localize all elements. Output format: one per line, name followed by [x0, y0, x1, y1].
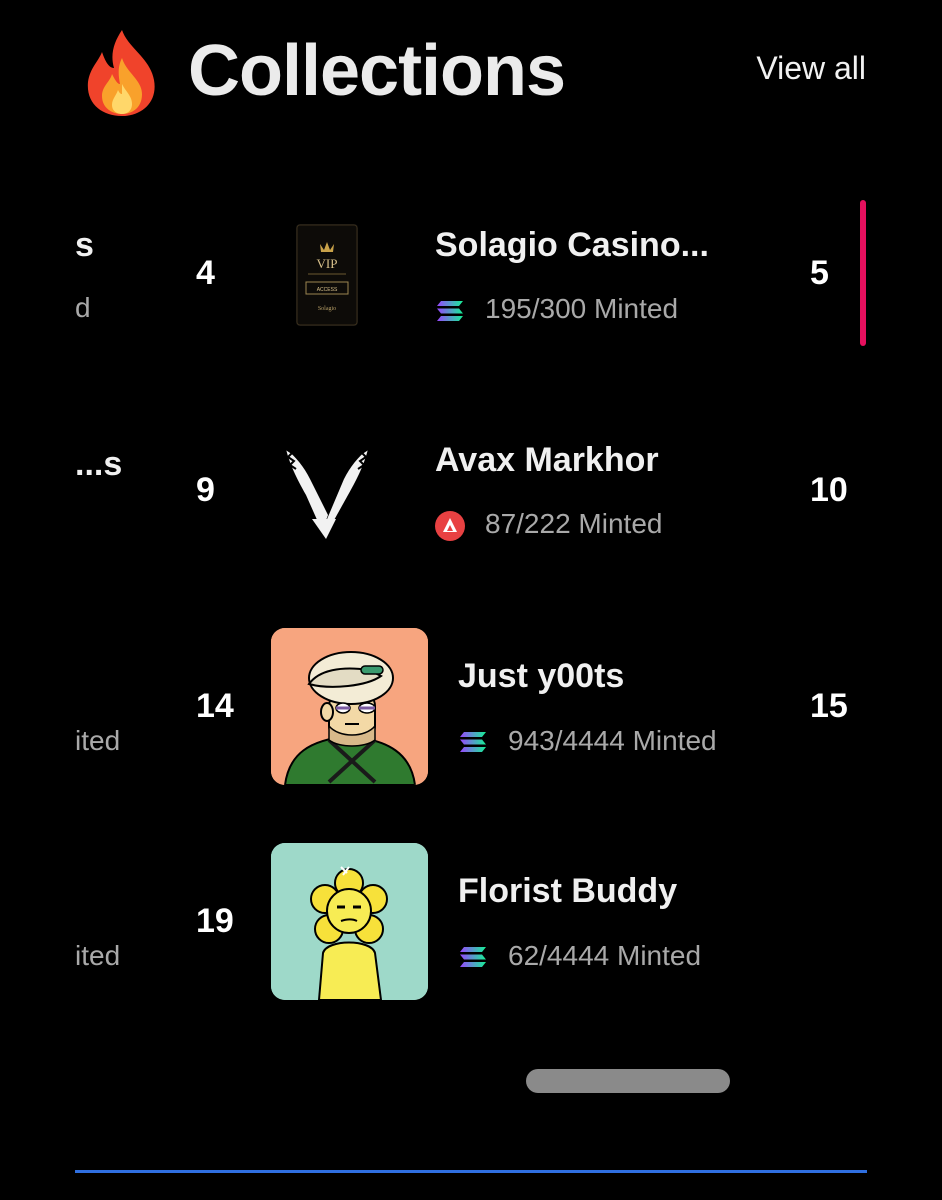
collection-thumbnail[interactable]	[270, 435, 380, 555]
collection-name[interactable]: Florist Buddy	[458, 872, 677, 911]
collection-name[interactable]: Avax Markhor	[435, 441, 659, 480]
collection-thumbnail[interactable]: VIP ACCESS Solagio	[296, 224, 358, 326]
collection-thumbnail[interactable]	[271, 628, 428, 785]
collections-header: Collections View all	[80, 20, 866, 120]
access-text: ACCESS	[317, 287, 338, 293]
avalanche-icon	[435, 511, 465, 541]
solana-icon	[460, 947, 486, 967]
next-rank-number: 15	[810, 687, 848, 725]
prev-card-name-fragment: s...	[75, 445, 123, 483]
rank-number: 14	[196, 687, 234, 725]
prev-card-name-fragment: s	[75, 226, 94, 264]
rank-number: 9	[196, 471, 215, 509]
collection-row[interactable]: ited 14 Just y00ts 943/4444 Minted 15	[0, 625, 942, 795]
minted-count: 87/222 Minted	[485, 508, 663, 539]
brand-text: Solagio	[318, 306, 336, 312]
solana-icon	[460, 732, 486, 752]
minted-count: 195/300 Minted	[485, 293, 679, 324]
vip-text: VIP	[317, 256, 338, 271]
next-rank-number: 10	[810, 471, 848, 509]
prev-card-minted-fragment: ited	[75, 725, 121, 756]
markhor-logo	[285, 448, 369, 539]
florist-buddy-image	[271, 843, 428, 1000]
minted-count: 943/4444 Minted	[508, 725, 717, 756]
collection-name[interactable]: Just y00ts	[458, 657, 624, 696]
collection-name[interactable]: Solagio Casino...	[435, 226, 709, 265]
collection-row[interactable]: ited 19 Florist Buddy 62/4444 Minted	[0, 840, 942, 1010]
rank-number: 4	[196, 254, 215, 292]
yoots-character-image	[271, 628, 428, 785]
collection-row[interactable]: s d 4 VIP ACCESS Solagio Solagio Casino.…	[0, 200, 942, 370]
prev-card-minted-fragment: ited	[75, 940, 121, 971]
rank-number: 19	[196, 902, 234, 940]
view-all-link[interactable]: View all	[756, 50, 866, 87]
horizontal-scrollbar[interactable]	[526, 1069, 730, 1093]
prev-card-minted-fragment: d	[75, 292, 91, 323]
minted-count: 62/4444 Minted	[508, 940, 702, 971]
collection-thumbnail[interactable]	[271, 843, 428, 1000]
page-title: Collections	[188, 31, 566, 111]
vip-card-image: VIP ACCESS Solagio	[296, 224, 358, 326]
collection-row[interactable]: s... 9 Avax Markhor 87/222 Minted 10	[0, 415, 942, 585]
fire-icon	[87, 30, 155, 116]
solana-icon	[437, 301, 463, 321]
next-rank-number: 5	[810, 254, 829, 292]
section-divider	[75, 1170, 867, 1173]
